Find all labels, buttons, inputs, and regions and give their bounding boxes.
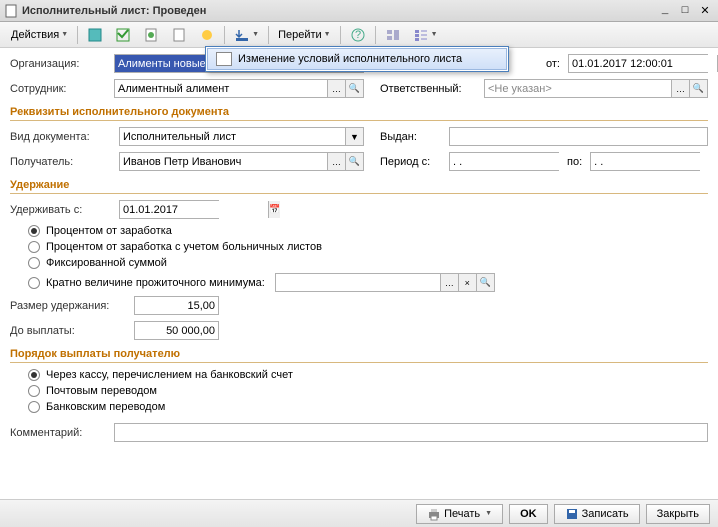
toolbar-icon-1[interactable] xyxy=(82,25,108,45)
calendar-button[interactable]: 📅 xyxy=(268,201,280,218)
print-button[interactable]: Печать▼ xyxy=(416,504,503,524)
withhold-from-input[interactable]: 📅 xyxy=(119,200,219,219)
radio-label: Почтовым переводом xyxy=(46,385,157,397)
emp-label: Сотрудник: xyxy=(10,83,110,95)
dropdown-item-label: Изменение условий исполнительного листа xyxy=(238,53,462,65)
resp-input[interactable]: … 🔍 xyxy=(484,79,708,98)
radio-button[interactable] xyxy=(28,277,40,289)
radio-button[interactable] xyxy=(28,385,40,397)
maximize-button[interactable]: □ xyxy=(676,3,694,19)
recipient-value[interactable] xyxy=(120,153,327,170)
doc-type-value[interactable] xyxy=(120,128,345,145)
radio-button[interactable] xyxy=(28,369,40,381)
radio-percent-sick[interactable]: Процентом от заработка с учетом больничн… xyxy=(28,241,708,253)
emp-value[interactable] xyxy=(115,80,327,97)
org-label: Организация: xyxy=(10,58,110,70)
recipient-label: Получатель: xyxy=(10,156,115,168)
dropdown-item-change-conditions[interactable]: Изменение условий исполнительного листа xyxy=(207,48,507,70)
clear-button[interactable]: × xyxy=(458,274,476,291)
period-to-value[interactable] xyxy=(591,153,718,170)
document-icon xyxy=(4,4,18,18)
close-button[interactable]: ✕ xyxy=(696,3,714,19)
withhold-from-label: Удерживать с: xyxy=(10,204,115,216)
section-requisites: Реквизиты исполнительного документа xyxy=(10,106,708,121)
radio-minimum[interactable]: Кратно величине прожиточного минимума: …… xyxy=(28,273,708,292)
toolbar: Действия▼ ▼ Перейти▼ ? ▼ Изменение услов… xyxy=(0,22,718,48)
doc-type-label: Вид документа: xyxy=(10,131,115,143)
footer: Печать▼ OK Записать Закрыть xyxy=(0,499,718,527)
amount-label: Размер удержания: xyxy=(10,300,130,312)
search-button[interactable]: 🔍 xyxy=(689,80,707,97)
radio-button[interactable] xyxy=(28,257,40,269)
radio-postal[interactable]: Почтовым переводом xyxy=(28,385,708,397)
until-input[interactable] xyxy=(134,321,219,340)
toolbar-icon-6[interactable]: ▼ xyxy=(229,25,264,45)
radio-label: Кратно величине прожиточного минимума: xyxy=(46,277,265,289)
radio-bank-transfer[interactable]: Банковским переводом xyxy=(28,401,708,413)
toolbar-icon-7[interactable] xyxy=(380,25,406,45)
radio-button[interactable] xyxy=(28,241,40,253)
date-input[interactable]: 📅 xyxy=(568,54,708,73)
amount-input[interactable] xyxy=(134,296,219,315)
radio-label: Через кассу, перечислением на банковский… xyxy=(46,369,293,381)
from-label: от: xyxy=(546,58,560,70)
withhold-from-value[interactable] xyxy=(120,201,268,218)
until-label: До выплаты: xyxy=(10,325,130,337)
toolbar-icon-4[interactable] xyxy=(166,25,192,45)
toolbar-icon-8[interactable]: ▼ xyxy=(408,25,443,45)
window-titlebar: Исполнительный лист: Проведен _ □ ✕ xyxy=(0,0,718,22)
issued-input[interactable] xyxy=(449,127,708,146)
help-icon[interactable]: ? xyxy=(345,25,371,45)
printer-icon xyxy=(427,507,441,521)
radio-label: Процентом от заработка xyxy=(46,225,172,237)
recipient-input[interactable]: … 🔍 xyxy=(119,152,364,171)
minimize-button[interactable]: _ xyxy=(656,3,674,19)
radio-label: Банковским переводом xyxy=(46,401,165,413)
select-button[interactable]: … xyxy=(327,80,345,97)
radio-label: Фиксированной суммой xyxy=(46,257,167,269)
resp-label: Ответственный: xyxy=(380,83,480,95)
resp-value[interactable] xyxy=(485,80,671,97)
select-button[interactable]: … xyxy=(327,153,345,170)
save-icon xyxy=(565,507,579,521)
emp-input[interactable]: … 🔍 xyxy=(114,79,364,98)
period-from-input[interactable]: 📅 xyxy=(449,152,559,171)
svg-text:?: ? xyxy=(355,29,361,41)
toolbar-icon-2[interactable] xyxy=(110,25,136,45)
radio-fixed[interactable]: Фиксированной суммой xyxy=(28,257,708,269)
select-button[interactable]: … xyxy=(440,274,458,291)
select-button[interactable]: … xyxy=(671,80,689,97)
section-payment: Порядок выплаты получателю xyxy=(10,348,708,363)
save-button[interactable]: Записать xyxy=(554,504,640,524)
goto-menu[interactable]: Перейти▼ xyxy=(273,25,336,45)
doc-type-input[interactable]: ▼ xyxy=(119,127,364,146)
period-to-label: по: xyxy=(567,156,582,168)
date-value[interactable] xyxy=(569,55,717,72)
dropdown-menu: Изменение условий исполнительного листа xyxy=(205,46,509,72)
search-button[interactable]: 🔍 xyxy=(476,274,494,291)
radio-button[interactable] xyxy=(28,225,40,237)
toolbar-icon-5[interactable] xyxy=(194,25,220,45)
document-icon xyxy=(216,52,232,66)
ok-button[interactable]: OK xyxy=(509,504,548,524)
search-button[interactable]: 🔍 xyxy=(345,153,363,170)
radio-percent-earnings[interactable]: Процентом от заработка xyxy=(28,225,708,237)
period-to-input[interactable]: 📅 xyxy=(590,152,700,171)
minimum-input[interactable]: … × 🔍 xyxy=(275,273,495,292)
search-button[interactable]: 🔍 xyxy=(345,80,363,97)
toolbar-icon-3[interactable] xyxy=(138,25,164,45)
comment-input[interactable] xyxy=(114,423,708,442)
radio-cash-bank[interactable]: Через кассу, перечислением на банковский… xyxy=(28,369,708,381)
actions-menu[interactable]: Действия▼ xyxy=(6,25,73,45)
comment-label: Комментарий: xyxy=(10,427,110,439)
period-from-label: Период с: xyxy=(380,156,445,168)
radio-button[interactable] xyxy=(28,401,40,413)
close-form-button[interactable]: Закрыть xyxy=(646,504,710,524)
issued-label: Выдан: xyxy=(380,131,445,143)
section-withholding: Удержание xyxy=(10,179,708,194)
dropdown-button[interactable]: ▼ xyxy=(345,128,363,145)
window-title: Исполнительный лист: Проведен xyxy=(22,5,654,17)
form-body: Организация: … 🔍 от: 📅 Сотрудник: … 🔍 От… xyxy=(0,48,718,454)
radio-label: Процентом от заработка с учетом больничн… xyxy=(46,241,322,253)
